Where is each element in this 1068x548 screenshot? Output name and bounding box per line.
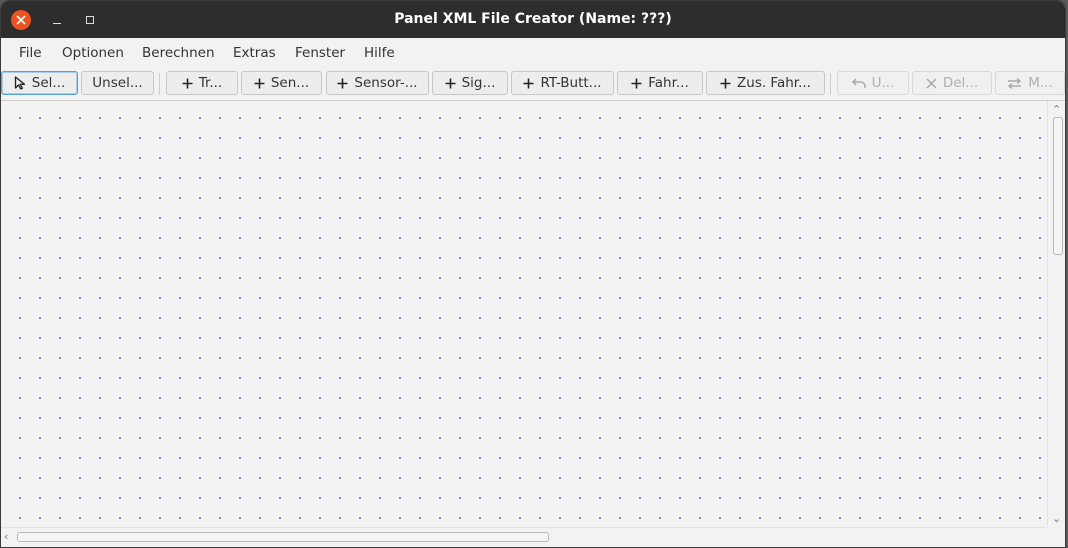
add-sensor-group-button[interactable]: Sensor-... bbox=[326, 71, 429, 95]
menu-optionen[interactable]: Optionen bbox=[62, 38, 124, 68]
scroll-down-icon[interactable]: ⌄ bbox=[1052, 513, 1061, 525]
add-sensor-button[interactable]: Sen... bbox=[241, 71, 322, 95]
move-label: M... bbox=[1028, 75, 1053, 91]
horizontal-scroll-thumb[interactable] bbox=[17, 532, 549, 542]
plus-icon bbox=[523, 78, 534, 89]
add-signal-button[interactable]: Sig... bbox=[432, 71, 508, 95]
select-tool-button[interactable]: Sel... bbox=[1, 71, 78, 95]
minimize-window-button[interactable] bbox=[47, 10, 67, 30]
plus-icon bbox=[445, 78, 456, 89]
unselect-button[interactable]: Unsel... bbox=[81, 71, 154, 95]
unselect-label: Unsel... bbox=[92, 75, 143, 91]
plus-icon bbox=[182, 78, 193, 89]
scroll-up-icon[interactable]: ⌃ bbox=[1052, 104, 1061, 116]
move-button[interactable]: M... bbox=[995, 71, 1065, 95]
delete-button[interactable]: Del... bbox=[912, 71, 992, 95]
add-sensor-group-label: Sensor-... bbox=[354, 75, 418, 91]
add-track-button[interactable]: Tr... bbox=[166, 71, 238, 95]
add-route-label: Fahr... bbox=[648, 75, 689, 91]
add-signal-label: Sig... bbox=[461, 75, 496, 91]
undo-button[interactable]: U... bbox=[837, 71, 909, 95]
close-icon bbox=[16, 15, 26, 25]
plus-icon bbox=[254, 78, 265, 89]
toolbar-separator bbox=[159, 73, 160, 95]
add-track-label: Tr... bbox=[198, 75, 223, 91]
panel-drawing-canvas[interactable] bbox=[1, 101, 1047, 527]
window-title: Panel XML File Creator (Name: ???) bbox=[394, 11, 672, 27]
select-tool-label: Sel... bbox=[31, 75, 66, 91]
toolbar-separator bbox=[830, 73, 831, 95]
maximize-window-button[interactable] bbox=[80, 10, 100, 30]
horizontal-scrollbar[interactable]: ‹ bbox=[1, 527, 1047, 547]
add-sensor-label: Sen... bbox=[270, 75, 310, 91]
scrollbar-corner bbox=[1047, 527, 1065, 547]
add-extra-route-button[interactable]: Zus. Fahr... bbox=[706, 71, 825, 95]
app-window: Panel XML File Creator (Name: ???) File … bbox=[1, 1, 1065, 547]
menu-file[interactable]: File bbox=[19, 38, 42, 68]
vertical-scrollbar[interactable]: ⌃ ⌄ bbox=[1047, 101, 1065, 527]
plus-icon bbox=[720, 78, 731, 89]
minimize-icon bbox=[53, 23, 61, 24]
add-rt-button-label: RT-Butt... bbox=[540, 75, 602, 91]
menu-fenster[interactable]: Fenster bbox=[295, 38, 345, 68]
close-window-button[interactable] bbox=[11, 10, 31, 30]
delete-label: Del... bbox=[942, 75, 979, 91]
undo-label: U... bbox=[871, 75, 895, 91]
maximize-icon bbox=[86, 16, 94, 24]
add-extra-route-label: Zus. Fahr... bbox=[737, 75, 811, 91]
menu-bar: File Optionen Berechnen Extras Fenster H… bbox=[1, 38, 1065, 69]
undo-icon bbox=[851, 77, 866, 89]
cursor-arrow-icon bbox=[14, 76, 26, 90]
menu-hilfe[interactable]: Hilfe bbox=[364, 38, 395, 68]
add-route-button[interactable]: Fahr... bbox=[617, 71, 703, 95]
menu-extras[interactable]: Extras bbox=[233, 38, 276, 68]
plus-icon bbox=[631, 78, 642, 89]
close-x-icon bbox=[926, 77, 937, 89]
plus-icon bbox=[337, 78, 348, 89]
scroll-left-icon[interactable]: ‹ bbox=[4, 531, 8, 543]
title-bar[interactable]: Panel XML File Creator (Name: ???) bbox=[1, 1, 1065, 38]
menu-berechnen[interactable]: Berechnen bbox=[142, 38, 215, 68]
swap-arrows-icon bbox=[1007, 77, 1022, 89]
add-rt-button-button[interactable]: RT-Butt... bbox=[511, 71, 614, 95]
toolbar: Sel... Unsel... Tr... Sen... Sensor-... … bbox=[1, 68, 1065, 101]
vertical-scroll-thumb[interactable] bbox=[1053, 117, 1063, 255]
